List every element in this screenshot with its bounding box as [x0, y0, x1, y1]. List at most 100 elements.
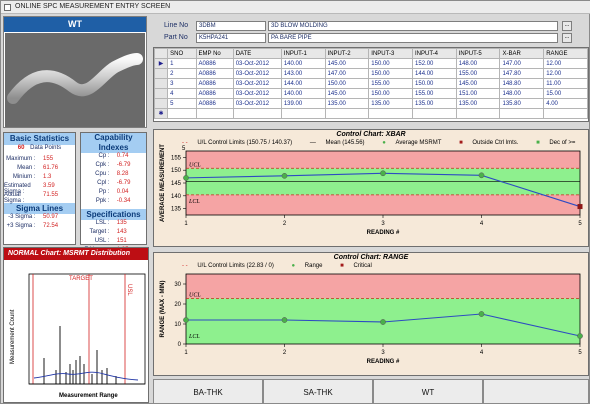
table-cell[interactable]: 139.00	[280, 98, 326, 109]
table-cell[interactable]: 148.00	[455, 58, 501, 69]
table-cell[interactable]: A0886	[195, 58, 234, 69]
table-cell[interactable]: A0886	[195, 68, 234, 79]
row-selector[interactable]	[153, 88, 169, 99]
table-cell[interactable]: 135.00	[368, 98, 414, 109]
col-header[interactable]: EMP No	[195, 48, 234, 59]
table-cell[interactable]: 150.00	[368, 58, 414, 69]
table-cell[interactable]: 144.00	[412, 68, 457, 79]
table-row[interactable]: 2 A0886 03-Oct-2012 143.00 147.00 150.00 144.0…	[153, 68, 588, 79]
table-cell[interactable]: 147.00	[499, 58, 545, 69]
tab-empty[interactable]	[483, 379, 589, 404]
table-cell[interactable]	[412, 108, 457, 119]
data-point	[478, 172, 485, 179]
current-row-indicator[interactable]: ▶	[153, 58, 169, 69]
table-cell[interactable]	[543, 108, 588, 119]
table-cell[interactable]	[368, 108, 414, 119]
table-cell[interactable]: 03-Oct-2012	[232, 98, 282, 109]
window-icon	[4, 4, 11, 11]
table-row[interactable]: 5 A0886 03-Oct-2012 139.00 135.00 135.00 135.0…	[153, 98, 588, 109]
part-browse-button[interactable]: ...	[562, 33, 572, 43]
table-row[interactable]: 3 A0886 03-Oct-2012 144.00 150.00 155.00 150.0…	[153, 78, 588, 89]
table-cell[interactable]: 135.80	[499, 98, 545, 109]
table-cell[interactable]: 135.00	[455, 98, 501, 109]
table-cell[interactable]	[499, 108, 545, 119]
table-cell[interactable]: 155.00	[368, 78, 414, 89]
part-image-panel: WT	[3, 16, 147, 128]
col-header[interactable]: X-BAR	[499, 48, 545, 59]
table-cell[interactable]: 155.00	[455, 68, 501, 79]
table-cell[interactable]: 145.00	[455, 78, 501, 89]
table-cell[interactable]: A0886	[195, 88, 234, 99]
table-cell[interactable]: 03-Oct-2012	[232, 58, 282, 69]
col-header[interactable]: INPUT-5	[455, 48, 501, 59]
table-cell[interactable]: 1	[167, 58, 197, 69]
col-header[interactable]: INPUT-4	[412, 48, 457, 59]
col-header[interactable]: INPUT-3	[368, 48, 414, 59]
tab-wt[interactable]: WT	[373, 379, 483, 404]
table-cell[interactable]: 145.00	[324, 58, 370, 69]
table-cell[interactable]: 147.80	[499, 68, 545, 79]
table-cell[interactable]: A0886	[195, 78, 234, 89]
table-cell[interactable]: 145.00	[324, 88, 370, 99]
table-cell[interactable]: 12.00	[543, 58, 588, 69]
table-cell[interactable]: 147.00	[324, 68, 370, 79]
table-cell[interactable]	[195, 108, 234, 119]
table-cell[interactable]: 140.00	[280, 88, 326, 99]
line-name-field[interactable]: 3D BLOW MOLDING	[268, 21, 558, 31]
line-code-field[interactable]: 3DBM	[196, 21, 266, 31]
table-cell[interactable]: 4	[167, 88, 197, 99]
table-cell[interactable]	[280, 108, 326, 119]
new-row[interactable]: ✱	[153, 108, 588, 119]
table-cell[interactable]: 5	[167, 98, 197, 109]
measurement-grid[interactable]: SNO EMP No DATE INPUT-1 INPUT-2 INPUT-3 …	[153, 47, 589, 122]
tab-ba-thk[interactable]: BA-THK	[153, 379, 263, 404]
table-cell[interactable]: 144.00	[280, 78, 326, 89]
table-cell[interactable]: 03-Oct-2012	[232, 88, 282, 99]
spec-key: LSL :	[95, 220, 110, 226]
row-selector[interactable]	[153, 78, 169, 89]
row-selector[interactable]	[153, 98, 169, 109]
table-cell[interactable]: 11.00	[543, 78, 588, 89]
table-cell[interactable]: 148.00	[499, 88, 545, 99]
table-cell[interactable]: 151.00	[455, 88, 501, 99]
row-selector[interactable]	[153, 68, 169, 79]
table-cell[interactable]: 03-Oct-2012	[232, 68, 282, 79]
table-cell[interactable]	[455, 108, 501, 119]
table-cell[interactable]: 2	[167, 68, 197, 79]
table-cell[interactable]: 12.00	[543, 68, 588, 79]
table-cell[interactable]: 155.00	[412, 88, 457, 99]
table-cell[interactable]: 03-Oct-2012	[232, 78, 282, 89]
table-cell[interactable]: 152.00	[412, 58, 457, 69]
col-header[interactable]: RANGE	[543, 48, 588, 59]
table-cell[interactable]	[324, 108, 370, 119]
table-cell[interactable]: 3	[167, 78, 197, 89]
table-cell[interactable]: 150.00	[368, 68, 414, 79]
table-cell[interactable]: 4.00	[543, 98, 588, 109]
table-row[interactable]: 4 A0886 03-Oct-2012 140.00 145.00 150.00 155.0…	[153, 88, 588, 99]
table-cell[interactable]: 148.80	[499, 78, 545, 89]
col-header[interactable]: INPUT-1	[280, 48, 326, 59]
table-cell[interactable]: 143.00	[280, 68, 326, 79]
table-cell[interactable]: 150.00	[368, 88, 414, 99]
table-cell[interactable]: 140.00	[280, 58, 326, 69]
table-cell[interactable]: 15.00	[543, 88, 588, 99]
table-cell[interactable]: 135.00	[412, 98, 457, 109]
table-row[interactable]: ▶ 1 A0886 03-Oct-2012 140.00 145.00 150.00 152.…	[153, 58, 588, 69]
table-cell[interactable]: A0886	[195, 98, 234, 109]
tab-sa-thk[interactable]: SA-THK	[263, 379, 373, 404]
new-row-indicator[interactable]: ✱	[153, 108, 169, 119]
line-browse-button[interactable]: ...	[562, 21, 572, 31]
table-cell[interactable]: 150.00	[412, 78, 457, 89]
table-cell[interactable]: 150.00	[324, 78, 370, 89]
table-cell[interactable]	[232, 108, 282, 119]
line-label: Line No	[164, 22, 189, 29]
table-cell[interactable]: 135.00	[324, 98, 370, 109]
part-name-field[interactable]: PA BARE PIPE	[268, 33, 558, 43]
part-code-field[interactable]: K5HPA241	[196, 33, 266, 43]
range-legend: - - U/L Control Limits (22.83 / 0) ● Ran…	[182, 263, 388, 273]
table-cell[interactable]	[167, 108, 197, 119]
y-tick-label: 10	[174, 322, 181, 328]
col-header[interactable]: DATE	[232, 48, 282, 59]
col-header[interactable]: INPUT-2	[324, 48, 370, 59]
col-header[interactable]: SNO	[167, 48, 197, 59]
